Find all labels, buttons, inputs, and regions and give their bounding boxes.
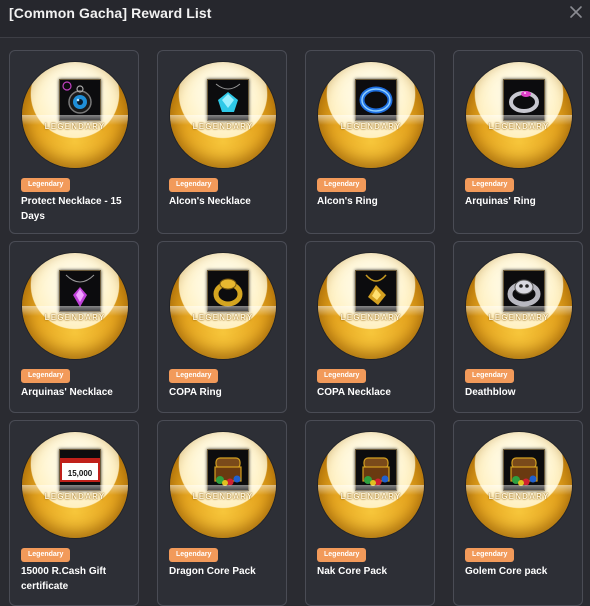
dialog-header: [Common Gacha] Reward List: [0, 0, 590, 38]
reward-name: COPA Ring: [169, 387, 222, 398]
rarity-badge: Legendary: [169, 548, 219, 562]
reward-name: Golem Core pack: [465, 566, 548, 577]
reward-name: Deathblow: [465, 387, 516, 398]
reward-name: Arquinas' Ring: [465, 196, 536, 207]
legendary-orb: LEGENDARY: [318, 253, 424, 359]
reward-card[interactable]: LEGENDARY Legendary COPA Ring: [157, 241, 287, 413]
orb-rarity-label: LEGENDARY: [44, 492, 106, 501]
reward-name: Dragon Core Pack: [169, 566, 256, 577]
orb-rarity-label: LEGENDARY: [192, 122, 254, 131]
reward-card[interactable]: LEGENDARY Legendary Dragon Core Pack: [157, 420, 287, 606]
close-icon[interactable]: [568, 4, 584, 20]
legendary-orb: LEGENDARY: [22, 62, 128, 168]
reward-grid: LEGENDARY Legendary Protect Necklace - 15 …: [9, 50, 583, 606]
reward-card[interactable]: 15,000 LEGENDARY Legendary 15000 R.Cash Gif…: [9, 420, 139, 606]
silver-skull-ring-icon: [503, 270, 545, 312]
legendary-orb: LEGENDARY: [170, 253, 276, 359]
treasure-chest-icon: [355, 449, 397, 491]
legendary-orb: LEGENDARY: [22, 253, 128, 359]
orb-rarity-label: LEGENDARY: [192, 313, 254, 322]
rarity-badge: Legendary: [465, 369, 515, 383]
orb-rarity-label: LEGENDARY: [340, 122, 402, 131]
orb-rarity-label: LEGENDARY: [192, 492, 254, 501]
legendary-orb: LEGENDARY: [466, 253, 572, 359]
blue-energy-ring-icon: [355, 79, 397, 121]
reward-name: COPA Necklace: [317, 387, 391, 398]
legendary-orb: 15,000 LEGENDARY: [22, 432, 128, 538]
reward-card[interactable]: LEGENDARY Legendary Protect Necklace - 15 …: [9, 50, 139, 234]
legendary-orb: LEGENDARY: [170, 62, 276, 168]
treasure-chest-icon: [207, 449, 249, 491]
reward-card[interactable]: LEGENDARY Legendary Nak Core Pack: [305, 420, 435, 606]
rarity-badge: Legendary: [21, 178, 71, 192]
reward-name: 15000 R.Cash Gift certificate: [21, 566, 107, 592]
gold-necklace-icon: [355, 270, 397, 312]
reward-card[interactable]: LEGENDARY Legendary Alcon's Ring: [305, 50, 435, 234]
reward-name: Protect Necklace - 15 Days: [21, 196, 122, 222]
dialog-title: [Common Gacha] Reward List: [9, 5, 212, 21]
gold-ring-icon: [207, 270, 249, 312]
orb-rarity-label: LEGENDARY: [340, 313, 402, 322]
reward-name: Nak Core Pack: [317, 566, 388, 577]
rarity-badge: Legendary: [317, 548, 367, 562]
reward-card[interactable]: LEGENDARY Legendary Arquinas' Necklace: [9, 241, 139, 413]
legendary-orb: LEGENDARY: [466, 62, 572, 168]
rarity-badge: Legendary: [465, 178, 515, 192]
rarity-badge: Legendary: [465, 548, 515, 562]
legendary-orb: LEGENDARY: [170, 432, 276, 538]
cyan-crystal-necklace-icon: [207, 79, 249, 121]
reward-card[interactable]: LEGENDARY Legendary Arquinas' Ring: [453, 50, 583, 234]
pink-gem-necklace-icon: [59, 270, 101, 312]
reward-name: Arquinas' Necklace: [21, 387, 113, 398]
rarity-badge: Legendary: [317, 369, 367, 383]
reward-name: Alcon's Necklace: [169, 196, 251, 207]
rarity-badge: Legendary: [21, 369, 71, 383]
reward-card[interactable]: LEGENDARY Legendary COPA Necklace: [305, 241, 435, 413]
rarity-badge: Legendary: [169, 178, 219, 192]
reward-card[interactable]: LEGENDARY Legendary Golem Core pack: [453, 420, 583, 606]
reward-name: Alcon's Ring: [317, 196, 378, 207]
certificate-amount: 15,000: [68, 469, 93, 478]
legendary-orb: LEGENDARY: [318, 432, 424, 538]
orb-rarity-label: LEGENDARY: [44, 313, 106, 322]
rarity-badge: Legendary: [169, 369, 219, 383]
legendary-orb: LEGENDARY: [318, 62, 424, 168]
orb-rarity-label: LEGENDARY: [488, 492, 550, 501]
reward-card[interactable]: LEGENDARY Legendary Alcon's Necklace: [157, 50, 287, 234]
legendary-orb: LEGENDARY: [466, 432, 572, 538]
gift-certificate-icon: 15,000: [59, 449, 101, 491]
rarity-badge: Legendary: [21, 548, 71, 562]
orb-rarity-label: LEGENDARY: [340, 492, 402, 501]
blue-eye-amulet-icon: [59, 79, 101, 121]
reward-card[interactable]: LEGENDARY Legendary Deathblow: [453, 241, 583, 413]
rarity-badge: Legendary: [317, 178, 367, 192]
pink-gem-silver-ring-icon: [503, 79, 545, 121]
orb-rarity-label: LEGENDARY: [488, 313, 550, 322]
treasure-chest-icon: [503, 449, 545, 491]
orb-rarity-label: LEGENDARY: [488, 122, 550, 131]
orb-rarity-label: LEGENDARY: [44, 122, 106, 131]
